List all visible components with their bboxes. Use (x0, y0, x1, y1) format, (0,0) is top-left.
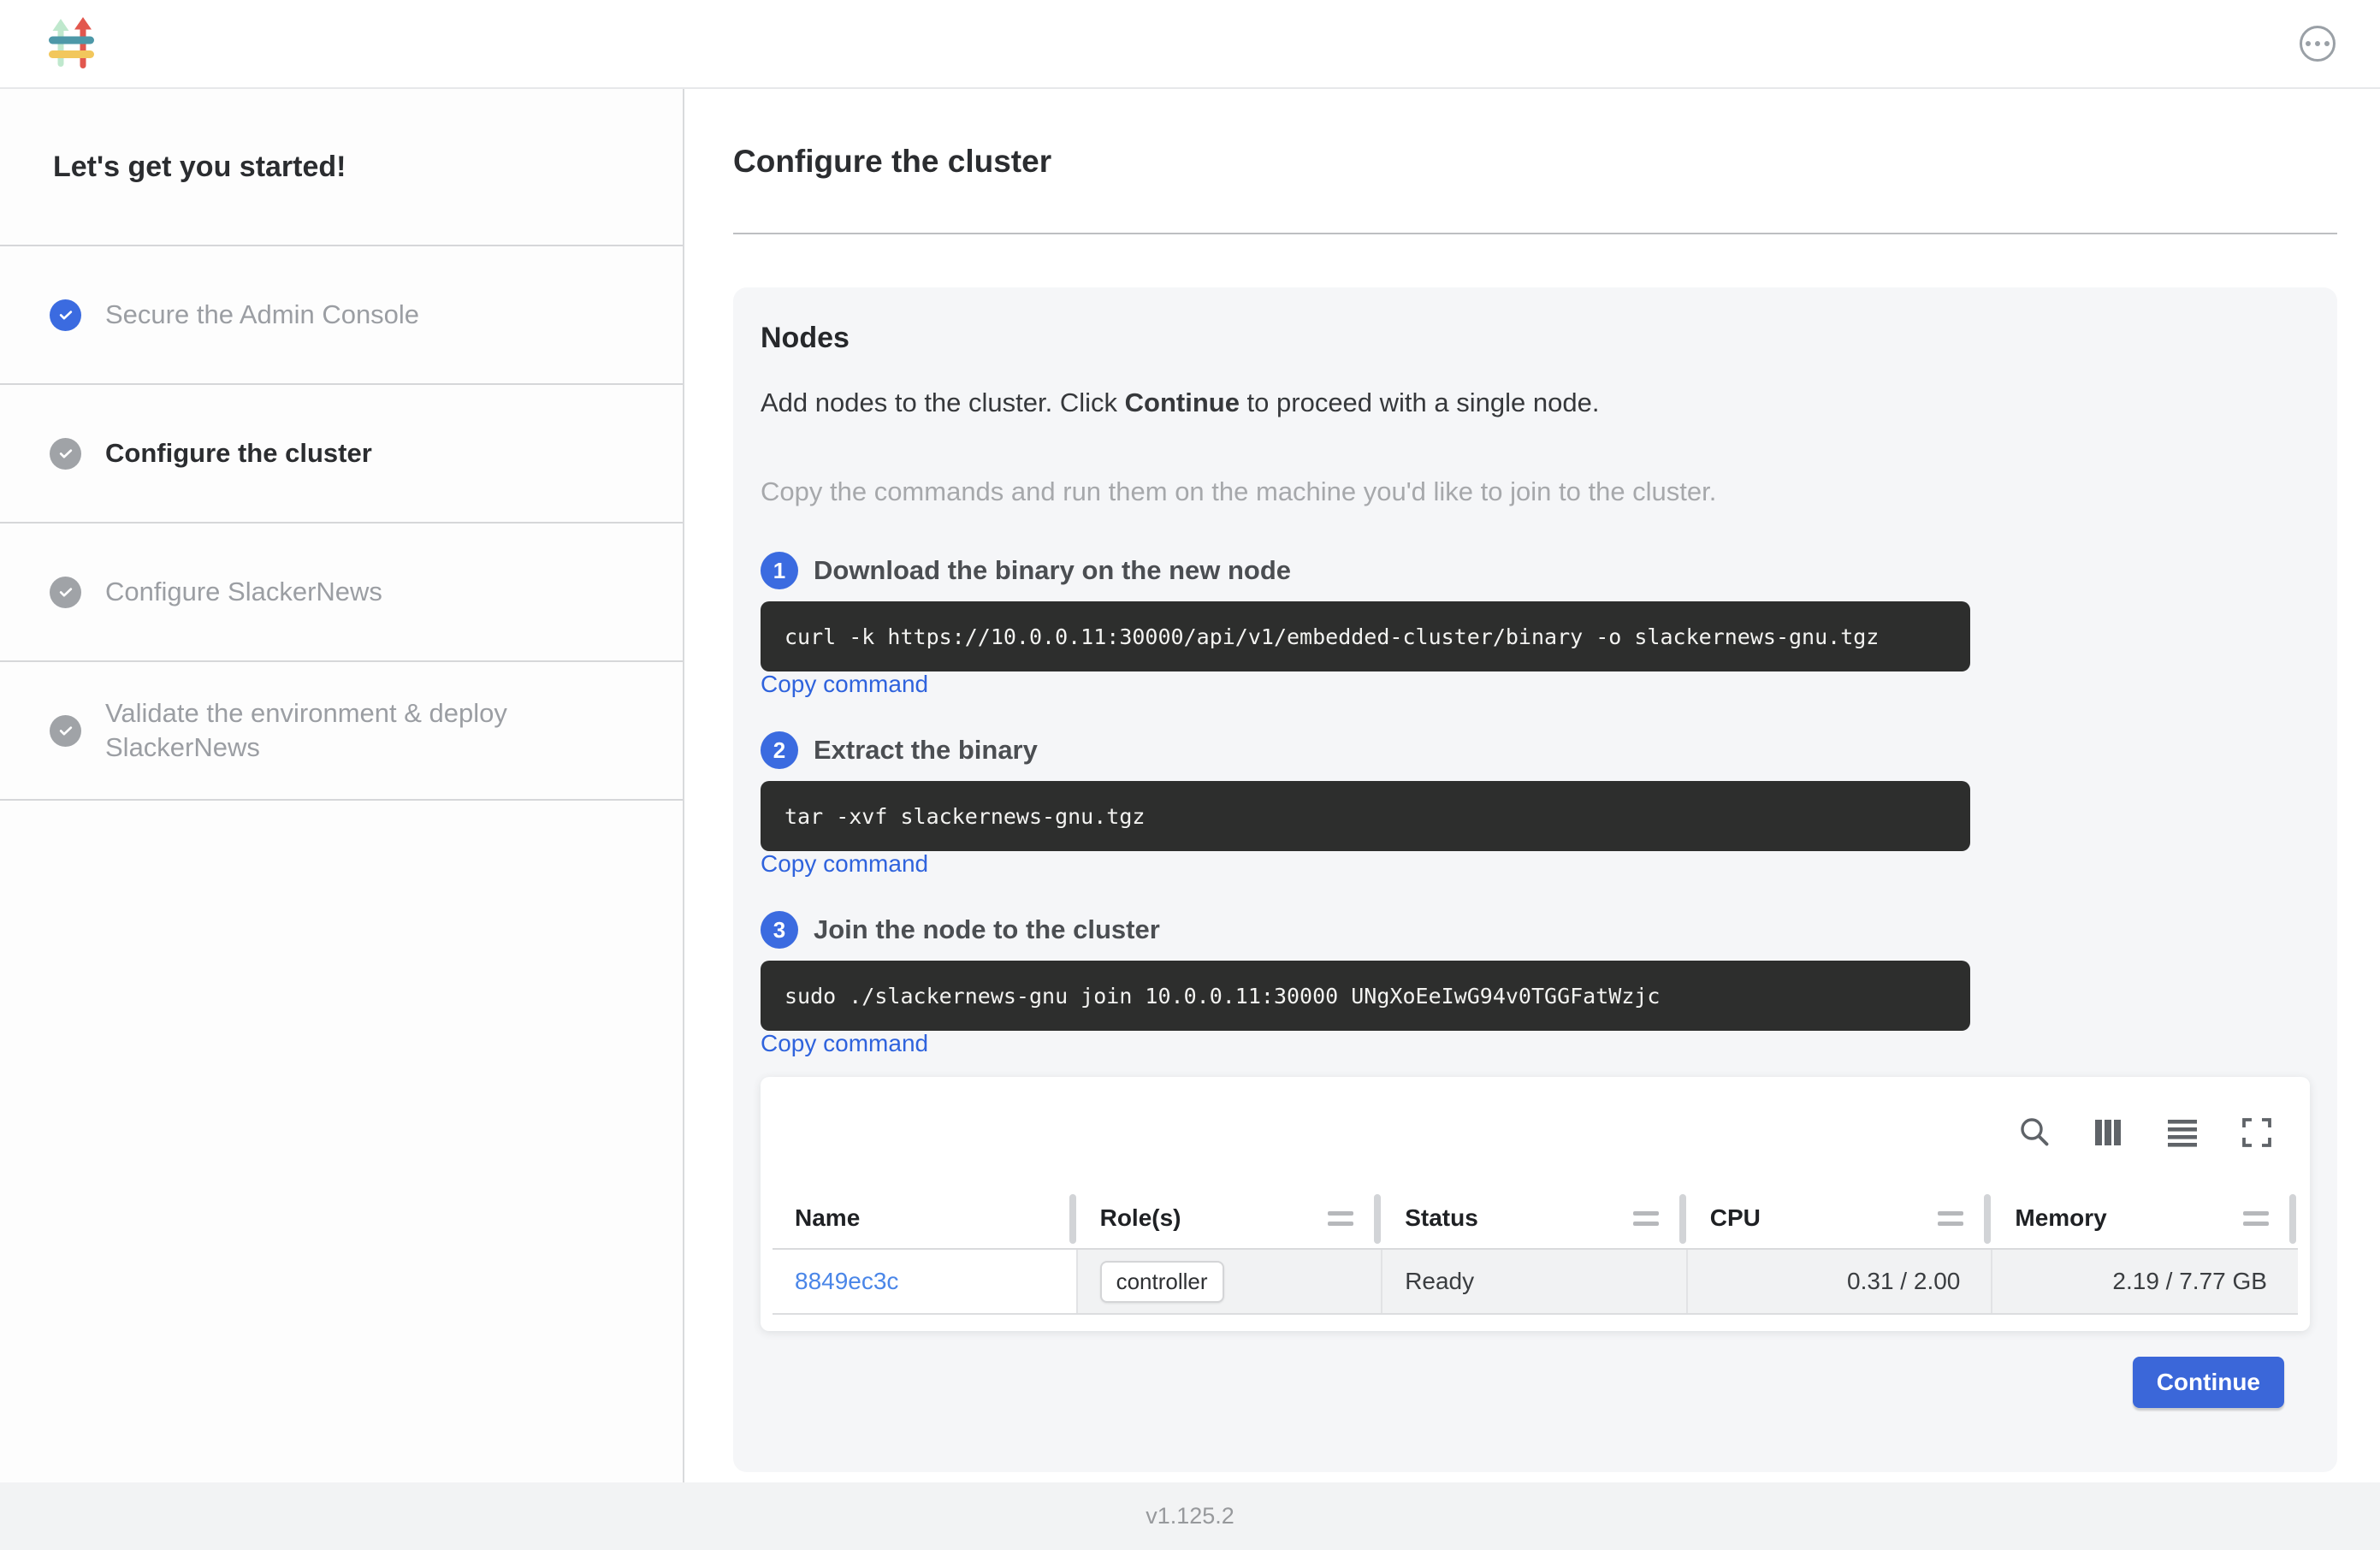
column-separator[interactable] (2289, 1194, 2296, 1244)
show-columns-icon[interactable] (2091, 1115, 2125, 1150)
sidebar-item-validate-deploy[interactable]: Validate the environment & deploy Slacke… (0, 662, 683, 801)
title-divider (733, 233, 2337, 234)
nodes-intro-text: Add nodes to the cluster. Click Continue… (761, 388, 2310, 418)
setup-steps-sidebar: Let's get you started! Secure the Admin … (0, 89, 684, 1482)
step-pending-check-icon (50, 438, 81, 470)
main-content: Configure the cluster Nodes Add nodes to… (684, 89, 2380, 1482)
sidebar-heading: Let's get you started! (0, 89, 683, 246)
node-name-cell: 8849ec3c (773, 1250, 1078, 1313)
step-1-header: 1 Download the binary on the new node (761, 552, 2310, 589)
column-drag-handle-icon[interactable] (1633, 1211, 1659, 1226)
fullscreen-icon[interactable] (2240, 1115, 2274, 1150)
column-header-cpu[interactable]: CPU (1688, 1188, 1993, 1248)
sidebar-item-configure-slackernews[interactable]: Configure SlackerNews (0, 524, 683, 662)
node-memory-cell: 2.19 / 7.77 GB (1992, 1250, 2298, 1313)
step-3-command-code: sudo ./slackernews-gnu join 10.0.0.11:30… (761, 961, 1970, 1031)
role-badge: controller (1100, 1261, 1224, 1303)
step-3-header: 3 Join the node to the cluster (761, 911, 2310, 949)
ellipsis-icon (2306, 41, 2311, 46)
column-separator[interactable] (1374, 1194, 1381, 1244)
step-1-command-code: curl -k https://10.0.0.11:30000/api/v1/e… (761, 601, 1970, 671)
slackernews-logo-icon (49, 17, 97, 70)
step-2-command-code: tar -xvf slackernews-gnu.tgz (761, 781, 1970, 851)
sidebar-item-label: Configure SlackerNews (105, 575, 382, 609)
column-drag-handle-icon[interactable] (1328, 1211, 1353, 1226)
sidebar-item-secure-admin-console[interactable]: Secure the Admin Console (0, 246, 683, 385)
column-separator[interactable] (1984, 1194, 1991, 1244)
node-status-cell: Ready (1382, 1250, 1688, 1313)
version-label: v1.125.2 (1146, 1503, 1234, 1529)
column-header-status[interactable]: Status (1382, 1188, 1688, 1248)
density-icon[interactable] (2164, 1115, 2200, 1150)
node-name-link[interactable]: 8849ec3c (795, 1268, 898, 1295)
table-row: 8849ec3c controller Ready 0.31 / 2.00 2.… (773, 1250, 2298, 1315)
step-1-title: Download the binary on the new node (814, 555, 1291, 586)
step-3-title: Join the node to the cluster (814, 914, 1160, 945)
step-1-copy-command-link[interactable]: Copy command (761, 671, 928, 697)
column-header-memory[interactable]: Memory (1992, 1188, 2298, 1248)
copy-commands-hint: Copy the commands and run them on the ma… (761, 476, 2310, 507)
sidebar-item-label: Secure the Admin Console (105, 298, 419, 332)
nodes-section-title: Nodes (761, 322, 2310, 355)
step-2-title: Extract the binary (814, 735, 1038, 766)
step-3-number-badge: 3 (761, 911, 798, 949)
page-title: Configure the cluster (733, 144, 2337, 180)
step-pending-check-icon (50, 715, 81, 747)
step-1-number-badge: 1 (761, 552, 798, 589)
column-header-roles[interactable]: Role(s) (1078, 1188, 1383, 1248)
step-3-copy-command-link[interactable]: Copy command (761, 1030, 928, 1056)
node-cpu-cell: 0.31 / 2.00 (1688, 1250, 1993, 1313)
column-drag-handle-icon[interactable] (1938, 1211, 1963, 1226)
column-header-name[interactable]: Name (773, 1188, 1078, 1248)
app-footer: v1.125.2 (0, 1482, 2380, 1550)
node-roles-cell: controller (1078, 1250, 1383, 1313)
more-menu-button[interactable] (2300, 26, 2336, 62)
column-separator[interactable] (1679, 1194, 1686, 1244)
search-icon[interactable] (2017, 1115, 2051, 1150)
app-header (0, 0, 2380, 89)
column-drag-handle-icon[interactable] (2243, 1211, 2269, 1226)
nodes-table-toolbar (773, 1077, 2298, 1188)
sidebar-item-configure-cluster[interactable]: Configure the cluster (0, 385, 683, 524)
step-2-copy-command-link[interactable]: Copy command (761, 850, 928, 877)
nodes-table-header-row: Name Role(s) Status CPU (773, 1188, 2298, 1250)
sidebar-item-label: Validate the environment & deploy Slacke… (105, 696, 580, 766)
step-2-header: 2 Extract the binary (761, 731, 2310, 769)
sidebar-item-label: Configure the cluster (105, 436, 372, 470)
step-2-number-badge: 2 (761, 731, 798, 769)
nodes-card: Nodes Add nodes to the cluster. Click Co… (733, 287, 2337, 1472)
step-pending-check-icon (50, 577, 81, 608)
nodes-table-card: Name Role(s) Status CPU (761, 1077, 2310, 1331)
continue-button[interactable]: Continue (2133, 1357, 2284, 1408)
column-separator[interactable] (1069, 1194, 1076, 1244)
step-complete-check-icon (50, 299, 81, 331)
